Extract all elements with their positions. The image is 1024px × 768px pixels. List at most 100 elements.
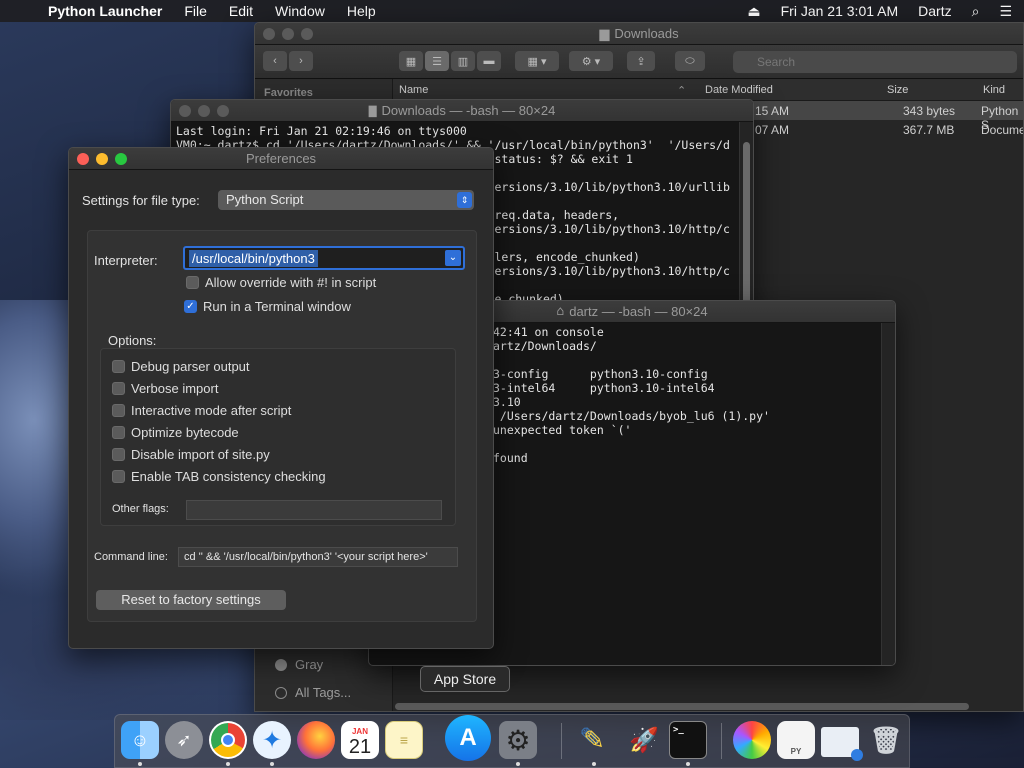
gallery-view-icon[interactable]: ▬ — [477, 51, 501, 71]
minimize-button[interactable] — [282, 28, 294, 40]
launchpad-icon[interactable]: ➶ — [165, 721, 203, 759]
interpreter-value: /usr/local/bin/python3 — [189, 250, 318, 267]
forward-arrow-icon[interactable]: › — [289, 51, 313, 71]
option-interactive-mode[interactable]: Interactive mode after script — [112, 403, 291, 418]
trash-icon[interactable]: 🗑 — [867, 721, 905, 759]
reset-factory-settings-button[interactable]: Reset to factory settings — [96, 590, 286, 610]
finder-icon[interactable]: ☺ — [121, 721, 159, 759]
menu-bar: Python Launcher File Edit Window Help ⏏ … — [0, 0, 1024, 22]
tag-icon[interactable]: ⬭ — [675, 51, 705, 71]
dock-tooltip: App Store — [420, 666, 510, 692]
sidebar-all-tags[interactable]: All Tags... — [275, 685, 351, 700]
zoom-button[interactable] — [301, 28, 313, 40]
preferences-window: Preferences Settings for file type: Pyth… — [68, 147, 494, 649]
settings-group: Interpreter: /usr/local/bin/python3 ⌄ Al… — [87, 230, 477, 622]
command-line-label: Command line: — [94, 551, 168, 563]
options-group: Debug parser output Verbose import Inter… — [100, 348, 456, 526]
terminal-scrollbar[interactable] — [881, 323, 895, 665]
option-disable-site[interactable]: Disable import of site.py — [112, 447, 270, 462]
photos-folder-icon[interactable] — [733, 721, 771, 759]
column-size[interactable]: Size — [887, 84, 908, 96]
finder-horizontal-scrollbar[interactable] — [395, 703, 969, 710]
app-store-icon[interactable]: A — [445, 715, 491, 761]
minimize-button[interactable] — [198, 105, 210, 117]
notes-icon[interactable]: ≡ — [385, 721, 423, 759]
dock-separator — [721, 723, 722, 759]
firefox-icon[interactable] — [297, 721, 335, 759]
installer-icon[interactable] — [821, 727, 863, 761]
back-arrow-icon[interactable]: ‹ — [263, 51, 287, 71]
finder-column-header: Name ⌃ Date Modified Size Kind — [393, 79, 1023, 101]
gear-icon[interactable]: ⚙ ▾ — [569, 51, 613, 71]
finder-search-input[interactable]: Search — [733, 51, 1017, 73]
option-label: Optimize bytecode — [131, 425, 239, 440]
icon-view-icon[interactable]: ▦ — [399, 51, 423, 71]
options-label: Options: — [108, 333, 157, 348]
share-icon[interactable]: ⇪ — [627, 51, 655, 71]
close-button[interactable] — [77, 153, 89, 165]
interpreter-label: Interpreter: — [94, 253, 158, 268]
dock-separator — [561, 723, 562, 759]
zoom-button[interactable] — [217, 105, 229, 117]
terminal-glyph: >_ — [673, 725, 684, 735]
folder-icon: ▆ — [599, 25, 610, 41]
close-button[interactable] — [179, 105, 191, 117]
other-flags-input[interactable] — [186, 500, 442, 520]
close-button[interactable] — [263, 28, 275, 40]
option-label: Enable TAB consistency checking — [131, 469, 326, 484]
column-view-icon[interactable]: ▥ — [451, 51, 475, 71]
notification-center-icon[interactable]: ☰ — [999, 3, 1012, 20]
preferences-title: Preferences — [245, 151, 317, 166]
sort-arrow-icon: ⌃ — [677, 85, 687, 97]
file-type-label: Settings for file type: — [82, 193, 200, 208]
column-date-modified[interactable]: Date Modified — [705, 84, 773, 96]
file-type-value: Python Script — [226, 192, 304, 207]
menu-user[interactable]: Dartz — [918, 3, 951, 19]
idle-rocket-icon[interactable]: 🚀 — [625, 721, 663, 759]
sidebar-tag-gray-label: Gray — [295, 657, 324, 672]
list-view-icon[interactable]: ☰ — [425, 51, 449, 71]
chevron-down-icon[interactable]: ⌄ — [445, 250, 461, 266]
option-optimize-bytecode[interactable]: Optimize bytecode — [112, 425, 239, 440]
spotlight-search-icon[interactable]: ⌕ — [972, 3, 980, 20]
sidebar-tag-gray[interactable]: Gray — [275, 657, 323, 672]
sidebar-all-tags-label: All Tags... — [295, 685, 352, 700]
interpreter-combobox[interactable]: /usr/local/bin/python3 ⌄ — [183, 246, 465, 270]
file-type-select[interactable]: Python Script ⇕ — [218, 190, 474, 210]
terminal-icon[interactable]: >_ — [669, 721, 707, 759]
checkbox-unchecked — [186, 276, 199, 289]
eject-icon[interactable]: ⏏ — [747, 3, 760, 20]
command-line-field[interactable]: cd '' && '/usr/local/bin/python3' '<your… — [178, 547, 458, 567]
menu-clock[interactable]: Fri Jan 21 3:01 AM — [781, 3, 899, 19]
group-menu-icon[interactable]: ▦ ▾ — [515, 51, 559, 71]
menu-help[interactable]: Help — [347, 3, 376, 19]
run-terminal-checkbox[interactable]: ✓ Run in a Terminal window — [184, 299, 351, 314]
option-debug-parser[interactable]: Debug parser output — [112, 359, 250, 374]
option-verbose-import[interactable]: Verbose import — [112, 381, 218, 396]
safari-icon[interactable]: ✦ — [253, 721, 291, 759]
menu-app-name[interactable]: Python Launcher — [48, 3, 162, 19]
preferences-titlebar: Preferences — [69, 148, 493, 170]
column-name[interactable]: Name — [399, 84, 428, 96]
minimize-button[interactable] — [96, 153, 108, 165]
terminal-titlebar: ▆ Downloads — -bash — 80×24 — [171, 100, 753, 122]
calendar-icon[interactable]: JAN 21 — [341, 721, 379, 759]
zoom-button[interactable] — [115, 153, 127, 165]
chevron-updown-icon: ⇕ — [457, 192, 472, 208]
calendar-day: 21 — [348, 735, 372, 758]
option-tab-consistency[interactable]: Enable TAB consistency checking — [112, 469, 326, 484]
menu-edit[interactable]: Edit — [229, 3, 253, 19]
python-file-icon[interactable]: PY — [777, 721, 815, 759]
menu-file[interactable]: File — [184, 3, 207, 19]
python-launcher-icon[interactable]: ✎ — [575, 721, 613, 759]
menu-window[interactable]: Window — [275, 3, 325, 19]
checkmark-icon: ✓ — [184, 300, 197, 313]
system-preferences-icon[interactable]: ⚙ — [499, 721, 537, 759]
folder-icon: ▆ — [368, 103, 377, 118]
row-size: 343 bytes — [903, 104, 956, 118]
finder-title: Downloads — [614, 26, 679, 41]
column-kind[interactable]: Kind — [983, 84, 1005, 96]
all-tags-icon — [275, 686, 287, 699]
allow-override-checkbox[interactable]: Allow override with #! in script — [186, 275, 376, 290]
chrome-icon[interactable] — [209, 721, 247, 759]
